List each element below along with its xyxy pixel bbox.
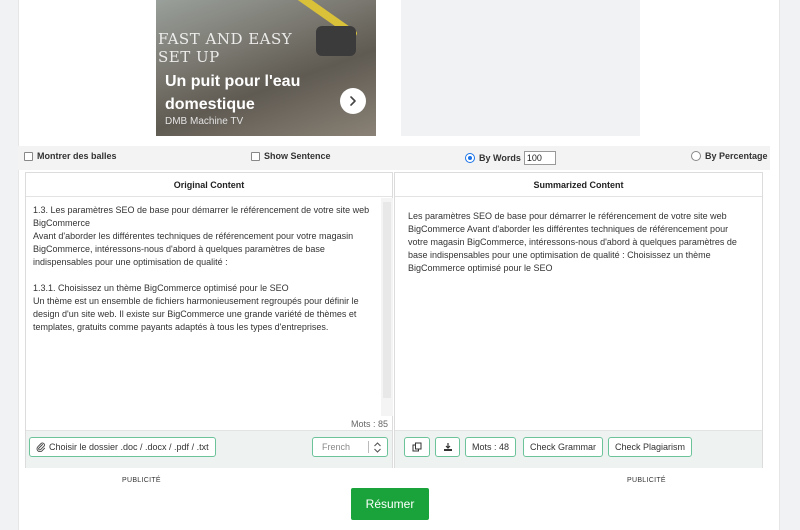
paperclip-icon bbox=[36, 442, 46, 452]
upload-file-label: Choisir le dossier .doc / .docx / .pdf /… bbox=[49, 442, 209, 452]
options-bar: Montrer des balles Show Sentence By Word… bbox=[18, 146, 770, 170]
check-grammar-button[interactable]: Check Grammar bbox=[523, 437, 604, 457]
download-button[interactable] bbox=[435, 437, 460, 457]
show-sentence-checkbox[interactable] bbox=[251, 151, 260, 161]
original-word-count: Mots : 85 bbox=[350, 419, 388, 429]
copy-icon bbox=[412, 442, 422, 452]
download-icon bbox=[443, 443, 452, 451]
original-content-title: Original Content bbox=[26, 173, 392, 197]
summary-word-count: Mots : 48 bbox=[465, 437, 517, 457]
ad-label-right: PUBLICITÉ bbox=[627, 477, 666, 484]
show-balls-option[interactable]: Montrer des balles bbox=[24, 151, 117, 161]
summary-footer: Mots : 48 Check Grammar Check Plagiarism bbox=[395, 430, 762, 468]
original-content-box: Original Content 1.3. Les paramètres SEO… bbox=[25, 172, 393, 468]
ad-banner[interactable]: FAST AND EASY SET UP Un puit pour l'eau … bbox=[156, 0, 376, 136]
ad-placeholder bbox=[401, 0, 640, 136]
show-sentence-option[interactable]: Show Sentence bbox=[251, 151, 331, 161]
by-percentage-label: By Percentage bbox=[705, 151, 768, 161]
ad-machine-body bbox=[316, 26, 356, 56]
summarized-content-box: Summarized Content Les paramètres SEO de… bbox=[394, 172, 763, 468]
upload-file-button[interactable]: Choisir le dossier .doc / .docx / .pdf /… bbox=[29, 437, 216, 457]
chevron-right-icon bbox=[350, 96, 356, 106]
show-sentence-label: Show Sentence bbox=[264, 151, 331, 161]
check-plagiarism-label: Check Plagiarism bbox=[615, 442, 686, 452]
by-words-option[interactable]: By Words bbox=[465, 151, 556, 165]
original-content-textarea[interactable]: 1.3. Les paramètres SEO de base pour dém… bbox=[33, 204, 383, 334]
ad-label-left: PUBLICITÉ bbox=[122, 477, 161, 484]
summarized-content-text: Les paramètres SEO de base pour démarrer… bbox=[408, 211, 740, 273]
ad-headline[interactable]: Un puit pour l'eau domestique bbox=[165, 70, 345, 116]
summarize-button[interactable]: Résumer bbox=[351, 488, 429, 520]
select-arrows-icon bbox=[374, 442, 381, 453]
check-grammar-label: Check Grammar bbox=[530, 442, 597, 452]
show-balls-checkbox[interactable] bbox=[24, 151, 33, 161]
summarized-content-title: Summarized Content bbox=[395, 173, 762, 197]
copy-button[interactable] bbox=[404, 437, 430, 457]
show-balls-label: Montrer des balles bbox=[37, 151, 117, 161]
by-words-input[interactable] bbox=[523, 151, 556, 165]
ad-overlay-text: FAST AND EASY SET UP bbox=[158, 30, 293, 66]
original-footer: Choisir le dossier .doc / .docx / .pdf /… bbox=[26, 430, 392, 468]
summary-word-count-label: Mots : 48 bbox=[472, 442, 510, 452]
language-select[interactable]: French bbox=[312, 437, 388, 457]
by-percentage-option[interactable]: By Percentage bbox=[691, 151, 768, 161]
by-words-label: By Words bbox=[479, 153, 521, 163]
by-words-radio[interactable] bbox=[465, 153, 475, 163]
by-percentage-radio[interactable] bbox=[691, 151, 701, 161]
ad-source: DMB Machine TV bbox=[165, 116, 244, 127]
scrollbar-thumb[interactable] bbox=[383, 202, 391, 398]
original-scrollbar[interactable] bbox=[381, 198, 393, 416]
ad-next-button[interactable] bbox=[340, 88, 366, 114]
language-value: French bbox=[322, 442, 351, 452]
select-divider bbox=[368, 441, 369, 453]
check-plagiarism-button[interactable]: Check Plagiarism bbox=[608, 437, 693, 457]
